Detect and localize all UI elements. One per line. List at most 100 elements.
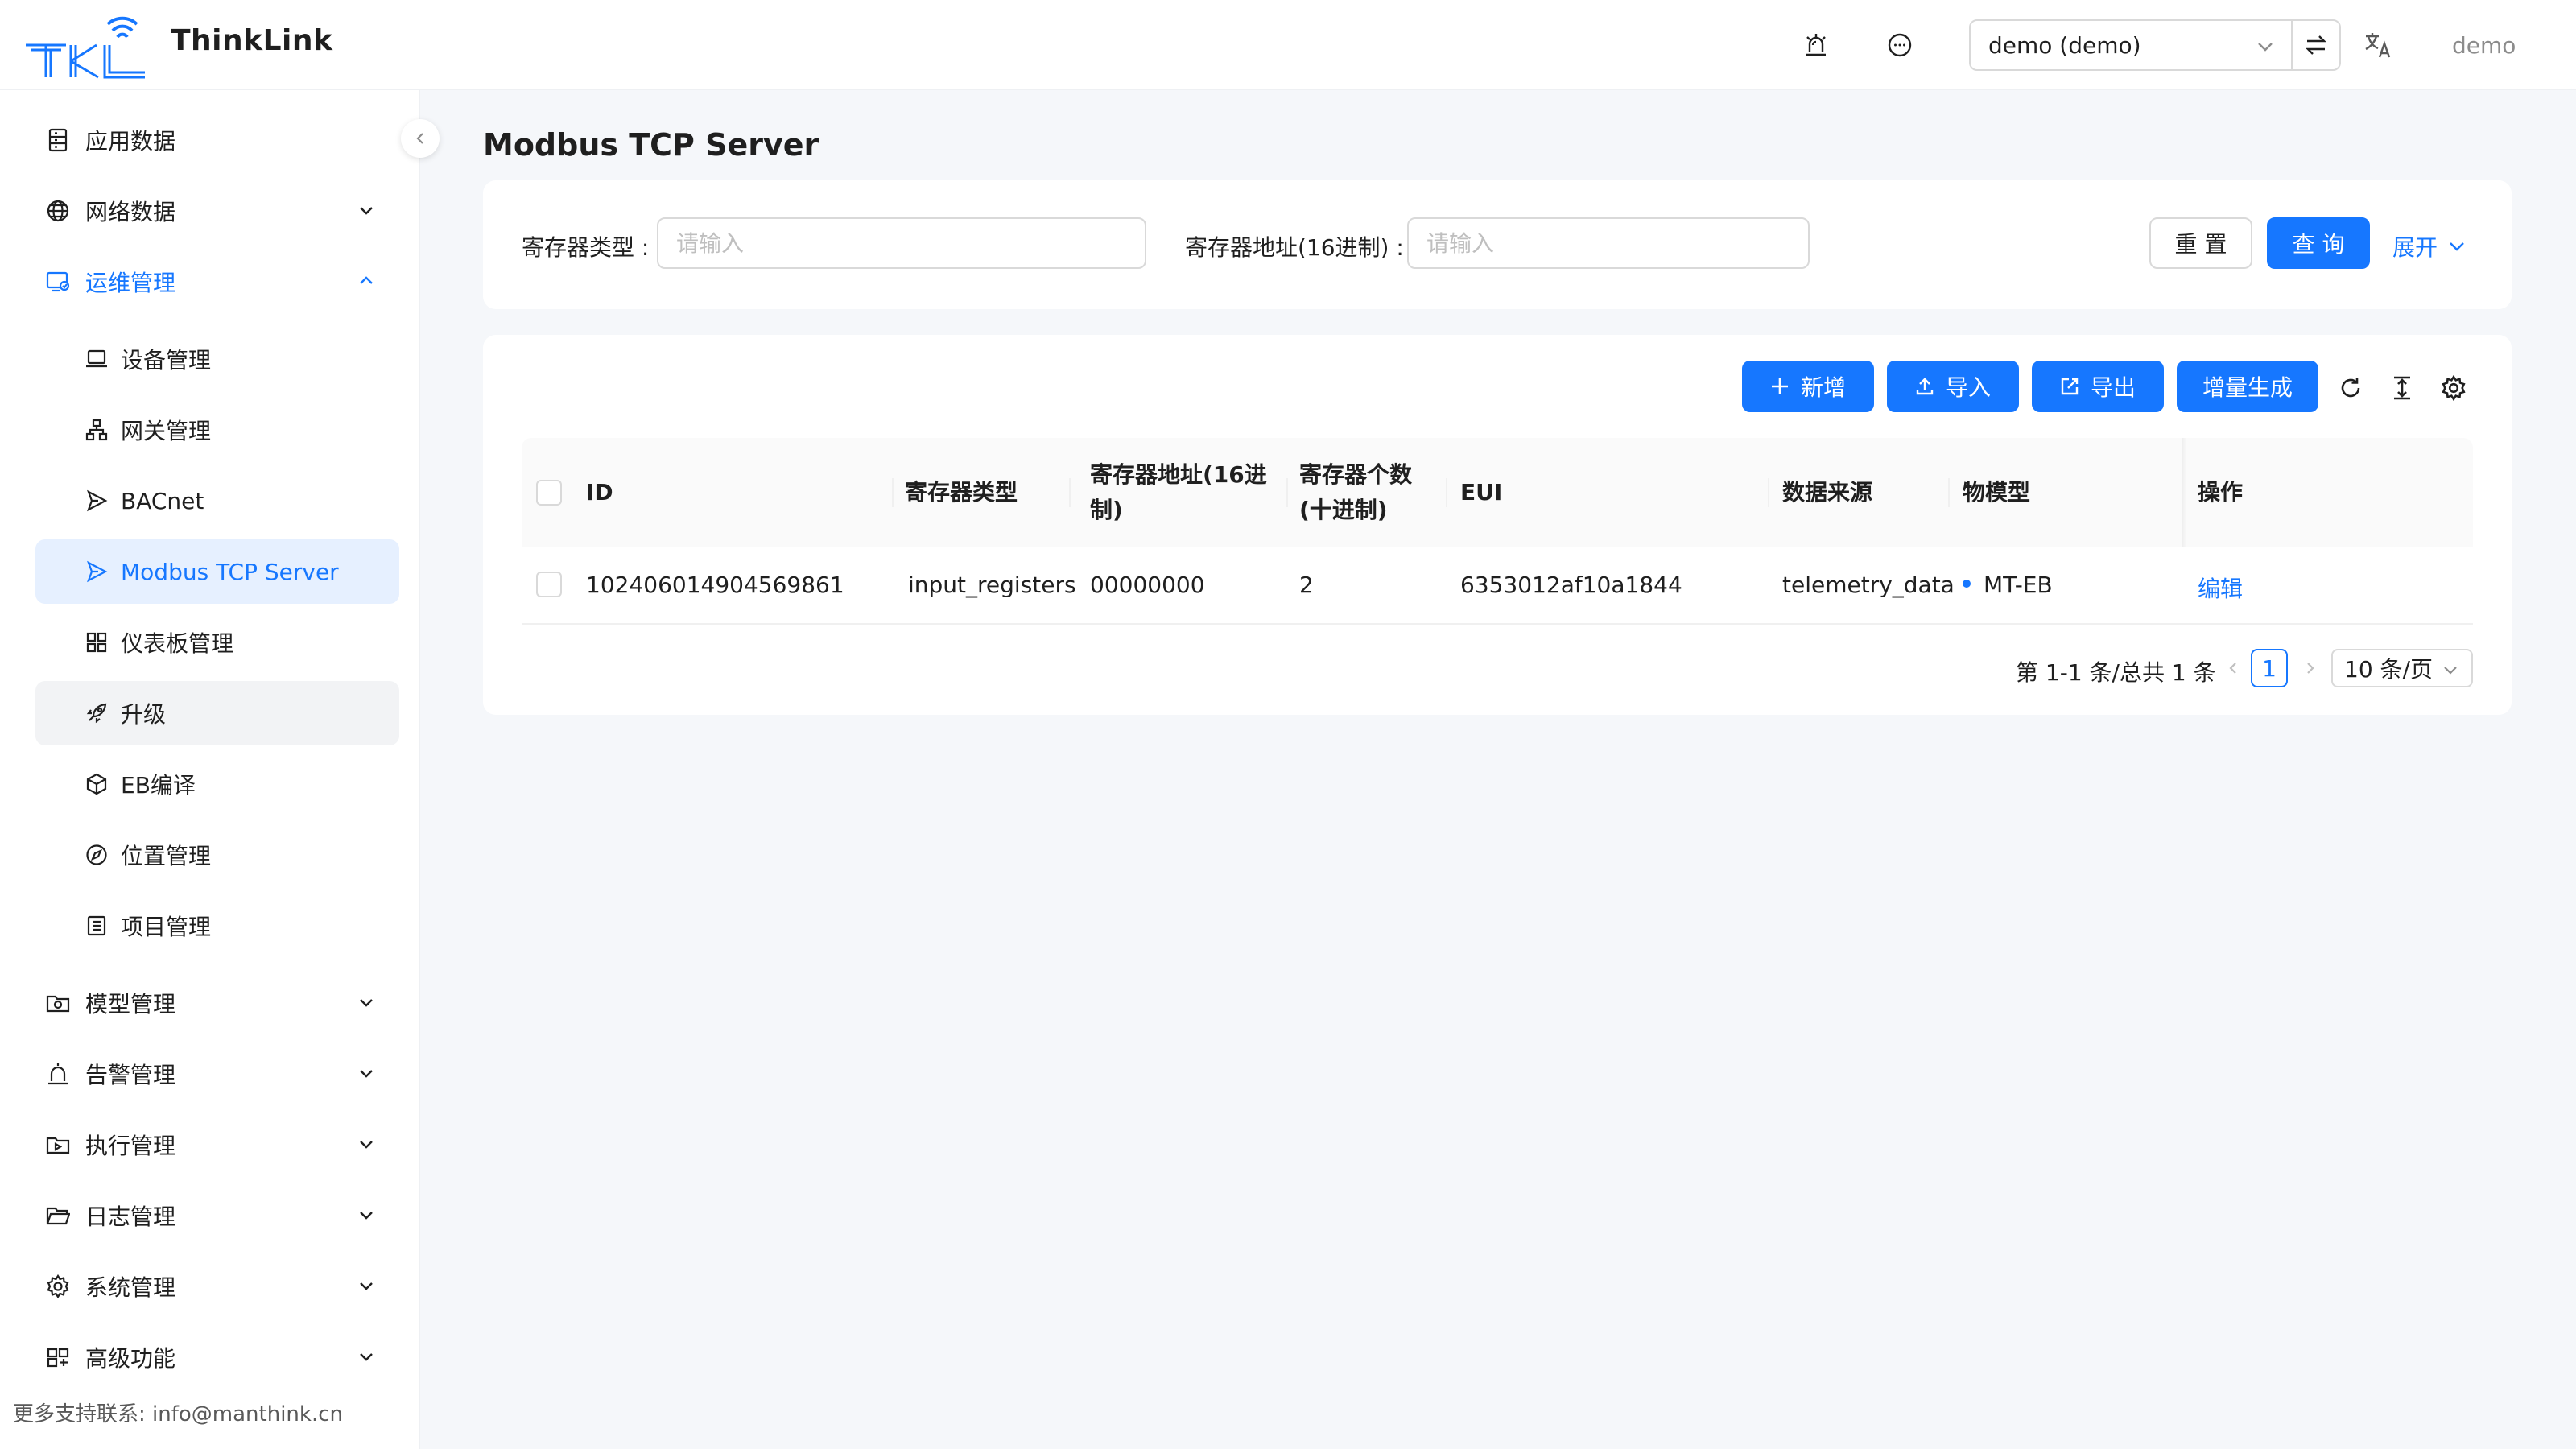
project-icon: [84, 913, 109, 939]
upload-icon: [1915, 377, 1934, 396]
cell-data-source: telemetry_data: [1782, 572, 1955, 598]
import-button[interactable]: 导入: [1887, 361, 2019, 412]
page-size-select[interactable]: 10 条/页: [2331, 649, 2473, 687]
table-card: 新增 导入 导出 增量生成 ID 寄存器类型 寄存器地址(16进 制) 寄存器个…: [483, 335, 2512, 715]
menu-item-system-management[interactable]: 系统管理: [35, 1254, 399, 1319]
chevron-down-icon: [360, 999, 373, 1007]
send-icon: [84, 488, 109, 514]
add-button-label: 新增: [1800, 374, 1846, 401]
menu-item-log-management[interactable]: 日志管理: [35, 1183, 399, 1248]
user-name[interactable]: demo: [2452, 32, 2516, 59]
column-header-id[interactable]: ID: [586, 475, 613, 510]
sidebar-item-dashboard-management[interactable]: 仪表板管理: [35, 610, 399, 675]
sidebar-item-label: 仪表板管理: [121, 630, 234, 657]
expand-label: 展开: [2392, 234, 2438, 261]
swap-icon: [2306, 35, 2326, 55]
brand-name: ThinkLink: [171, 24, 333, 57]
chevron-left-icon: [416, 133, 423, 144]
reset-button[interactable]: 重 置: [2149, 217, 2252, 269]
sidebar-item-upgrade[interactable]: 升级: [35, 681, 399, 745]
menu-item-label: 应用数据: [85, 128, 176, 155]
sidebar-item-modbus-tcp-server[interactable]: Modbus TCP Server: [35, 539, 399, 604]
page-size-value: 10 条/页: [2344, 656, 2433, 683]
alarm-icon: [43, 1059, 72, 1088]
rocket-icon: [84, 700, 109, 726]
collapse-sidebar-button[interactable]: [401, 119, 440, 158]
network-icon: [84, 417, 109, 443]
chevron-right-icon: [2307, 663, 2314, 674]
menu-item-label: 运维管理: [85, 270, 176, 296]
chevron-up-icon: [360, 276, 373, 284]
cell-register-type: input_registers: [908, 572, 1076, 598]
tenant-select[interactable]: demo (demo): [1969, 19, 2293, 71]
alarm-bell-icon[interactable]: [1798, 27, 1834, 63]
export-button-label: 导出: [2090, 374, 2136, 401]
chevron-down-icon: [360, 207, 373, 215]
register-type-input[interactable]: [657, 217, 1146, 269]
column-header-eui[interactable]: EUI: [1460, 475, 1502, 510]
column-header-line: 寄存器地址(16进: [1090, 461, 1267, 488]
cell-register-count: 2: [1299, 572, 1314, 598]
sidebar-item-device-management[interactable]: 设备管理: [35, 327, 399, 391]
page-number-current[interactable]: 1: [2251, 649, 2288, 687]
gear-icon: [43, 1272, 72, 1301]
edit-link[interactable]: 编辑: [2198, 572, 2243, 604]
support-contact: 更多支持联系: info@manthink.cn: [13, 1402, 343, 1426]
export-button[interactable]: 导出: [2032, 361, 2164, 412]
sidebar-item-gateway-management[interactable]: 网关管理: [35, 398, 399, 462]
database-icon: [43, 126, 72, 155]
chevron-down-icon: [2258, 43, 2273, 52]
laptop-icon: [84, 346, 109, 372]
add-button[interactable]: 新增: [1742, 361, 1874, 412]
plus-icon: [1770, 377, 1790, 396]
sidebar-item-location-management[interactable]: 位置管理: [35, 823, 399, 887]
expand-filters-link[interactable]: 展开: [2392, 230, 2467, 262]
chevron-down-icon: [360, 1353, 373, 1361]
message-icon[interactable]: [1882, 27, 1918, 63]
menu-item-model-management[interactable]: 模型管理: [35, 971, 399, 1035]
ops-icon: [43, 267, 72, 296]
sidebar-item-label: EB编译: [121, 772, 196, 799]
table-header: ID 寄存器类型 寄存器地址(16进 制) 寄存器个数 (十进制) EUI 数据…: [522, 438, 2473, 547]
column-height-icon[interactable]: [2383, 369, 2421, 407]
chevron-down-icon: [360, 1282, 373, 1290]
menu-item-app-data[interactable]: 应用数据: [35, 108, 399, 172]
sidebar-item-eb-compile[interactable]: EB编译: [35, 752, 399, 816]
column-header-operation: 操作: [2198, 479, 2244, 506]
chevron-down-icon: [360, 1212, 373, 1220]
menu-item-label: 告警管理: [85, 1062, 176, 1088]
refresh-icon[interactable]: [2331, 369, 2370, 407]
column-header-register-count[interactable]: 寄存器个数 (十进制): [1299, 457, 1412, 528]
column-divider: [1286, 478, 1288, 507]
settings-icon[interactable]: [2434, 369, 2473, 407]
sidebar-item-label: 设备管理: [121, 347, 212, 374]
swap-tenant-button[interactable]: [2291, 19, 2341, 71]
column-header-register-type[interactable]: 寄存器类型: [905, 475, 1018, 510]
query-button[interactable]: 查 询: [2267, 217, 2370, 269]
sidebar-item-bacnet[interactable]: BACnet: [35, 469, 399, 533]
register-address-input[interactable]: [1407, 217, 1810, 269]
menu-item-network-data[interactable]: 网络数据: [35, 179, 399, 243]
menu-item-ops[interactable]: 运维管理: [35, 250, 399, 314]
column-header-thing-model[interactable]: 物模型: [1963, 475, 2030, 510]
cell-thing-model: MT-EB: [1963, 572, 2053, 598]
column-header-data-source[interactable]: 数据来源: [1782, 475, 1872, 510]
menu-item-advanced-features[interactable]: 高级功能: [35, 1325, 399, 1389]
next-page-button[interactable]: [2297, 655, 2323, 681]
chevron-down-icon: [2450, 242, 2464, 251]
menu-item-label: 模型管理: [85, 991, 176, 1018]
select-all-checkbox[interactable]: [536, 480, 562, 506]
column-header-register-address[interactable]: 寄存器地址(16进 制): [1090, 457, 1267, 528]
top-header: ThinkLink demo (demo) demo: [0, 0, 2576, 90]
incremental-generate-button[interactable]: 增量生成: [2177, 361, 2318, 412]
menu-item-execution-management[interactable]: 执行管理: [35, 1113, 399, 1177]
tkl-logo: [26, 16, 145, 79]
column-divider: [1069, 478, 1071, 507]
menu-item-label: 系统管理: [85, 1274, 176, 1301]
row-checkbox[interactable]: [536, 572, 562, 597]
menu-item-alarm-management[interactable]: 告警管理: [35, 1042, 399, 1106]
sidebar-item-project-management[interactable]: 项目管理: [35, 894, 399, 958]
prev-page-button[interactable]: [2220, 655, 2246, 681]
column-divider: [1768, 478, 1769, 507]
translate-icon[interactable]: [2360, 27, 2396, 63]
